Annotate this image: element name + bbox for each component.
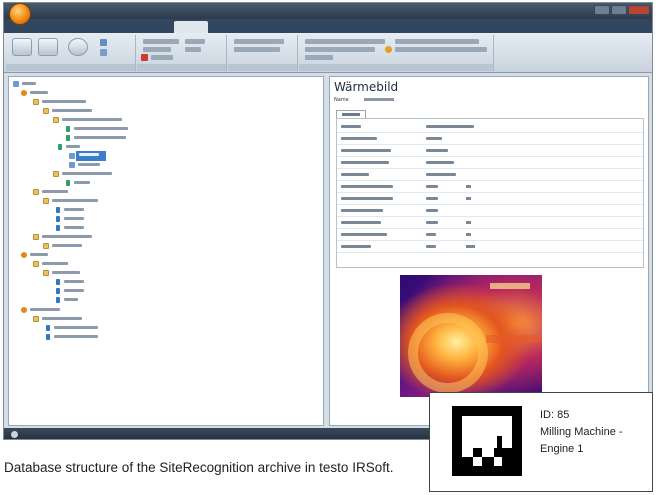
irsoft-window: Wärmebild Name xyxy=(3,2,653,440)
property-row xyxy=(337,157,643,169)
property-row xyxy=(337,241,643,253)
site-tag-card: ID: 85 Milling Machine - Engine 1 xyxy=(429,392,653,492)
database-icon xyxy=(13,81,19,87)
property-row xyxy=(337,205,643,217)
delete-icon[interactable] xyxy=(141,54,148,61)
ribbon-group-2 xyxy=(137,35,227,71)
property-row xyxy=(337,229,643,241)
folder-icon xyxy=(43,243,49,249)
properties-table xyxy=(336,118,644,268)
ribbon-menu-item[interactable] xyxy=(143,47,171,52)
folder-icon xyxy=(53,171,59,177)
measuring-point-icon xyxy=(56,297,60,303)
measuring-point-icon xyxy=(58,144,62,150)
measuring-point-icon xyxy=(56,216,60,222)
tree-node-image-selected[interactable] xyxy=(69,151,109,161)
detail-title: Wärmebild xyxy=(334,80,399,94)
ribbon-menu-item[interactable] xyxy=(234,39,284,44)
name-row: Name xyxy=(334,97,644,105)
ribbon-menu-item[interactable] xyxy=(305,39,385,44)
ribbon-menu-item[interactable] xyxy=(234,47,280,52)
ribbon-tab-4[interactable] xyxy=(142,21,166,33)
ribbon-tab-active[interactable] xyxy=(174,21,208,33)
ribbon-group-4 xyxy=(299,35,494,71)
measuring-point-icon xyxy=(66,135,70,141)
close-button[interactable] xyxy=(628,5,650,15)
ribbon-tab-1[interactable] xyxy=(40,21,68,33)
property-row xyxy=(337,193,643,205)
site-icon xyxy=(21,307,27,313)
ribbon-tab-6[interactable] xyxy=(214,21,254,33)
measuring-point-icon xyxy=(66,180,70,186)
ribbon-menu-item[interactable] xyxy=(395,39,479,44)
property-row xyxy=(337,217,643,229)
property-row xyxy=(337,169,643,181)
ribbon-tab-2[interactable] xyxy=(74,21,102,33)
measuring-point-icon xyxy=(56,279,60,285)
folder-icon xyxy=(53,117,59,123)
ribbon-large-button[interactable] xyxy=(68,38,88,56)
thermal-image-icon xyxy=(69,162,75,168)
tag-name-line1: Milling Machine - xyxy=(540,426,623,438)
tag-text: ID: 85 Milling Machine - Engine 1 xyxy=(540,407,623,458)
ribbon-group-1 xyxy=(6,35,136,71)
site-icon xyxy=(21,90,27,96)
site-tree xyxy=(8,76,324,426)
ribbon-group-label xyxy=(137,64,226,71)
measuring-point-icon xyxy=(56,207,60,213)
folder-icon xyxy=(43,198,49,204)
property-row xyxy=(337,145,643,157)
thermal-image xyxy=(400,275,542,397)
ribbon-menu-item[interactable] xyxy=(143,39,179,44)
ribbon-menu-item[interactable] xyxy=(395,47,487,52)
tag-name-line2: Engine 1 xyxy=(540,443,584,455)
name-field[interactable] xyxy=(364,98,394,101)
qr-marker-icon xyxy=(452,406,522,476)
figure-caption: Database structure of the SiteRecognitio… xyxy=(4,460,394,475)
ribbon xyxy=(4,33,652,73)
property-row xyxy=(337,121,643,133)
title-bar xyxy=(4,3,652,19)
ribbon-tab-3[interactable] xyxy=(108,21,136,33)
ribbon-tab-bar xyxy=(4,19,652,33)
thermal-image-icon xyxy=(69,153,75,159)
status-icon xyxy=(11,431,18,438)
measuring-point-icon xyxy=(56,225,60,231)
ribbon-menu-item[interactable] xyxy=(185,47,201,52)
detail-panel: Wärmebild Name xyxy=(329,76,649,426)
folder-icon xyxy=(43,108,49,114)
tag-id: ID: 85 xyxy=(540,409,570,421)
measuring-point-icon xyxy=(46,325,50,331)
folder-icon xyxy=(33,99,39,105)
camera-icon[interactable] xyxy=(385,46,392,53)
property-row xyxy=(337,133,643,145)
maximize-button[interactable] xyxy=(611,5,627,15)
site-icon xyxy=(21,252,27,258)
ribbon-large-button[interactable] xyxy=(12,38,32,56)
ribbon-menu-item[interactable] xyxy=(305,47,375,52)
folder-icon xyxy=(33,316,39,322)
property-row xyxy=(337,181,643,193)
ribbon-menu-item[interactable] xyxy=(305,55,333,60)
ribbon-small-icon[interactable] xyxy=(100,39,107,46)
ribbon-group-label xyxy=(299,64,493,71)
ribbon-small-icon[interactable] xyxy=(100,49,107,56)
ribbon-menu-item[interactable] xyxy=(185,39,205,44)
ribbon-large-button[interactable] xyxy=(38,38,58,56)
application-menu-button[interactable] xyxy=(9,3,31,25)
folder-icon xyxy=(33,234,39,240)
measuring-point-icon xyxy=(46,334,50,340)
ribbon-group-label xyxy=(228,64,297,71)
ribbon-group-label xyxy=(6,64,135,71)
minimize-button[interactable] xyxy=(594,5,610,15)
folder-icon xyxy=(43,270,49,276)
ribbon-group-3 xyxy=(228,35,298,71)
name-label: Name xyxy=(334,97,349,103)
folder-icon xyxy=(33,261,39,267)
measuring-point-icon xyxy=(56,288,60,294)
ribbon-menu-item[interactable] xyxy=(151,55,173,60)
folder-icon xyxy=(33,189,39,195)
measuring-point-icon xyxy=(66,126,70,132)
